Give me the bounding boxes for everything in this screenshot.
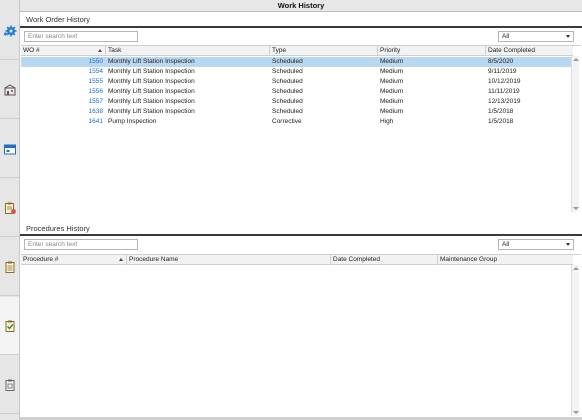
cell-priority: Medium bbox=[380, 98, 404, 105]
cell-wo[interactable]: 1556 bbox=[21, 87, 106, 97]
cell-priority: Medium bbox=[380, 68, 404, 75]
column-header-procedure-number[interactable]: Procedure # bbox=[21, 255, 127, 265]
column-header-maintenance-group[interactable]: Maintenance Group bbox=[438, 255, 573, 265]
procedures-scrollbar[interactable] bbox=[571, 265, 579, 416]
cell-task: Monthly Lift Station Inspection bbox=[108, 58, 195, 65]
cell-task: Monthly Lift Station Inspection bbox=[108, 108, 195, 115]
cell-priority: Medium bbox=[380, 108, 404, 115]
sidebar-item-settings[interactable] bbox=[0, 2, 19, 60]
cell-task: Monthly Lift Station Inspection bbox=[108, 68, 195, 75]
cell-type: Scheduled bbox=[272, 108, 303, 115]
sidebar-item-procedures[interactable] bbox=[0, 238, 19, 296]
building-icon bbox=[4, 83, 15, 95]
sort-ascending-icon bbox=[98, 49, 102, 52]
cell-wo[interactable]: 1557 bbox=[21, 97, 106, 107]
section-divider bbox=[20, 26, 582, 28]
sidebar bbox=[0, 0, 20, 420]
table-row[interactable]: 1638 Monthly Lift Station Inspection Sched… bbox=[21, 107, 573, 117]
chevron-down-icon bbox=[566, 35, 570, 38]
column-header-type[interactable]: Type bbox=[270, 46, 378, 56]
table-row[interactable]: 1555 Monthly Lift Station Inspection Sched… bbox=[21, 77, 573, 87]
clipboard-list-icon bbox=[5, 261, 14, 273]
cell-wo[interactable]: 1554 bbox=[21, 67, 106, 77]
cell-wo[interactable]: 1638 bbox=[21, 107, 106, 117]
table-row[interactable]: 1556 Monthly Lift Station Inspection Sched… bbox=[21, 87, 573, 97]
procedures-grid-header: Procedure # Procedure Name Date Complete… bbox=[21, 255, 573, 265]
work-order-scrollbar[interactable] bbox=[571, 56, 579, 212]
cell-date-completed: 8/5/2020 bbox=[488, 58, 514, 65]
column-header-wo[interactable]: WO # bbox=[21, 46, 106, 56]
clipboard-icon bbox=[4, 202, 16, 214]
cell-type: Scheduled bbox=[272, 88, 303, 95]
procedures-search-input[interactable]: Enter search text bbox=[24, 239, 138, 250]
cell-type: Scheduled bbox=[272, 78, 303, 85]
table-row[interactable]: 1557 Monthly Lift Station Inspection Sched… bbox=[21, 97, 573, 107]
cell-date-completed: 11/11/2019 bbox=[488, 88, 520, 95]
sidebar-item-copy[interactable] bbox=[0, 356, 19, 414]
sidebar-item-work-orders[interactable] bbox=[0, 179, 19, 237]
cell-date-completed: 1/5/2018 bbox=[488, 108, 514, 115]
sidebar-item-calendar[interactable] bbox=[0, 120, 19, 178]
table-row[interactable]: 1554 Monthly Lift Station Inspection Sched… bbox=[21, 67, 573, 77]
cell-priority: High bbox=[380, 118, 394, 125]
cell-wo[interactable]: 1555 bbox=[21, 77, 106, 87]
cell-date-completed: 12/13/2019 bbox=[488, 98, 521, 105]
cell-wo[interactable]: 1641 bbox=[21, 117, 106, 127]
clipboard-check-icon bbox=[5, 320, 14, 332]
copy-clipboard-icon bbox=[5, 379, 14, 391]
cell-date-completed: 10/12/2019 bbox=[488, 78, 521, 85]
work-order-filter-select[interactable]: All bbox=[498, 31, 574, 42]
scroll-up-icon bbox=[573, 58, 579, 61]
cell-type: Scheduled bbox=[272, 68, 303, 75]
cell-priority: Medium bbox=[380, 78, 404, 85]
sidebar-item-facility[interactable] bbox=[0, 61, 19, 119]
gear-icon bbox=[3, 25, 16, 36]
cell-wo[interactable]: 1550 bbox=[21, 57, 106, 67]
scroll-down-icon bbox=[573, 411, 579, 414]
cell-task: Monthly Lift Station Inspection bbox=[108, 78, 195, 85]
sort-ascending-icon bbox=[119, 258, 123, 261]
work-order-grid: WO # Task Type Priority Date Completed 1… bbox=[21, 45, 581, 212]
cell-task: Monthly Lift Station Inspection bbox=[108, 98, 195, 105]
cell-type: Scheduled bbox=[272, 98, 303, 105]
section-divider bbox=[20, 234, 582, 236]
column-header-date-completed[interactable]: Date Completed bbox=[331, 255, 438, 265]
procedures-history-title: Procedures History bbox=[26, 224, 90, 233]
main-panel: Work History Work Order History Enter se… bbox=[20, 0, 582, 420]
scroll-down-icon bbox=[573, 207, 579, 210]
calendar-icon bbox=[3, 144, 16, 154]
cell-date-completed: 1/5/2018 bbox=[488, 118, 514, 125]
cell-task: Monthly Lift Station Inspection bbox=[108, 88, 195, 95]
window-title: Work History bbox=[20, 0, 582, 12]
table-row[interactable]: 1550 Monthly Lift Station Inspection Sched… bbox=[21, 57, 573, 67]
procedures-grid: Procedure # Procedure Name Date Complete… bbox=[21, 254, 581, 416]
cell-task: Pump Inspection bbox=[108, 118, 157, 125]
cell-type: Scheduled bbox=[272, 58, 303, 65]
column-header-task[interactable]: Task bbox=[106, 46, 270, 56]
work-order-history-title: Work Order History bbox=[26, 15, 91, 24]
sidebar-item-work-history[interactable] bbox=[0, 297, 19, 355]
column-header-priority[interactable]: Priority bbox=[378, 46, 486, 56]
work-order-search-input[interactable]: Enter search text bbox=[24, 31, 138, 42]
procedures-filter-select[interactable]: All bbox=[498, 239, 574, 250]
cell-priority: Medium bbox=[380, 58, 404, 65]
column-header-procedure-name[interactable]: Procedure Name bbox=[127, 255, 331, 265]
filter-value: All bbox=[502, 33, 510, 40]
chevron-down-icon bbox=[566, 243, 570, 246]
column-header-date-completed[interactable]: Date Completed bbox=[486, 46, 573, 56]
cell-type: Corrective bbox=[272, 118, 302, 125]
work-order-grid-header: WO # Task Type Priority Date Completed bbox=[21, 46, 573, 56]
filter-value: All bbox=[502, 241, 510, 248]
cell-date-completed: 9/11/2019 bbox=[488, 68, 517, 75]
table-row[interactable]: 1641 Pump Inspection Corrective High 1/5/201… bbox=[21, 117, 573, 127]
scroll-up-icon bbox=[573, 267, 579, 270]
cell-priority: Medium bbox=[380, 88, 404, 95]
